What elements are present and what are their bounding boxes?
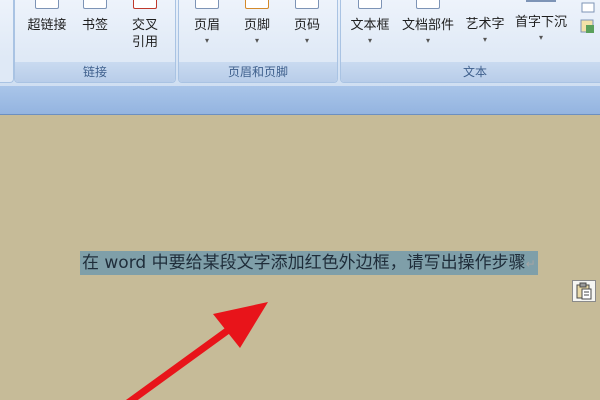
document-area[interactable]: 在 word 中要给某段文字添加红色外边框，请写出操作步骤↵	[0, 115, 600, 400]
header-button[interactable]: 页眉 ▾	[185, 0, 229, 60]
wordart-icon	[474, 0, 496, 8]
red-arrow-icon	[125, 302, 268, 400]
ribbon-group-text: 文本框 ▾ 文档部件 ▾ 艺术字 ▾ 首字下沉 ▾ 文本	[340, 0, 600, 83]
footer-dropdown-icon: ▾	[254, 36, 259, 45]
wordart-dropdown-icon: ▾	[482, 35, 487, 44]
side-icons[interactable]	[579, 0, 599, 40]
header-dropdown-icon: ▾	[204, 36, 209, 45]
hyperlink-icon	[35, 0, 59, 9]
quick-parts-button[interactable]: 文档部件 ▾	[397, 0, 459, 60]
group-label-links: 链接	[15, 62, 175, 82]
header-icon	[195, 0, 219, 9]
bookmark-button[interactable]: 书签	[75, 0, 115, 60]
drop-cap-button[interactable]: 首字下沉 ▾	[509, 0, 573, 60]
ribbon-group-header-footer: 页眉 ▾ 页脚 ▾ 页码 ▾ 页眉和页脚	[178, 0, 338, 83]
footer-icon	[245, 0, 269, 9]
page-number-button[interactable]: 页码 ▾	[285, 0, 329, 60]
quick-parts-icon	[416, 0, 440, 9]
ribbon: 超链接 书签 交叉 引用 链接 页眉 ▾ 页脚 ▾ 页码 ▾ 页眉和页脚 文本框…	[0, 0, 600, 87]
quick-parts-dropdown-icon: ▾	[425, 36, 430, 45]
group-label-header-footer: 页眉和页脚	[179, 62, 337, 82]
text-box-button[interactable]: 文本框 ▾	[345, 0, 395, 60]
cross-reference-icon	[133, 0, 157, 9]
ribbon-group-partial	[0, 0, 14, 83]
text-box-dropdown-icon: ▾	[367, 36, 372, 45]
footer-button[interactable]: 页脚 ▾	[235, 0, 279, 60]
ruler-strip	[0, 86, 600, 115]
drop-cap-icon	[526, 0, 556, 6]
ribbon-group-links: 超链接 书签 交叉 引用 链接	[14, 0, 176, 83]
page-number-dropdown-icon: ▾	[304, 36, 309, 45]
wordart-button[interactable]: 艺术字 ▾	[461, 0, 509, 60]
page-number-icon	[295, 0, 319, 9]
hyperlink-button[interactable]: 超链接	[21, 0, 73, 60]
bookmark-icon	[83, 0, 107, 9]
text-box-icon	[358, 0, 382, 9]
cross-reference-button[interactable]: 交叉 引用	[123, 0, 167, 60]
drop-cap-dropdown-icon: ▾	[538, 33, 543, 42]
group-label-text: 文本	[341, 62, 600, 82]
